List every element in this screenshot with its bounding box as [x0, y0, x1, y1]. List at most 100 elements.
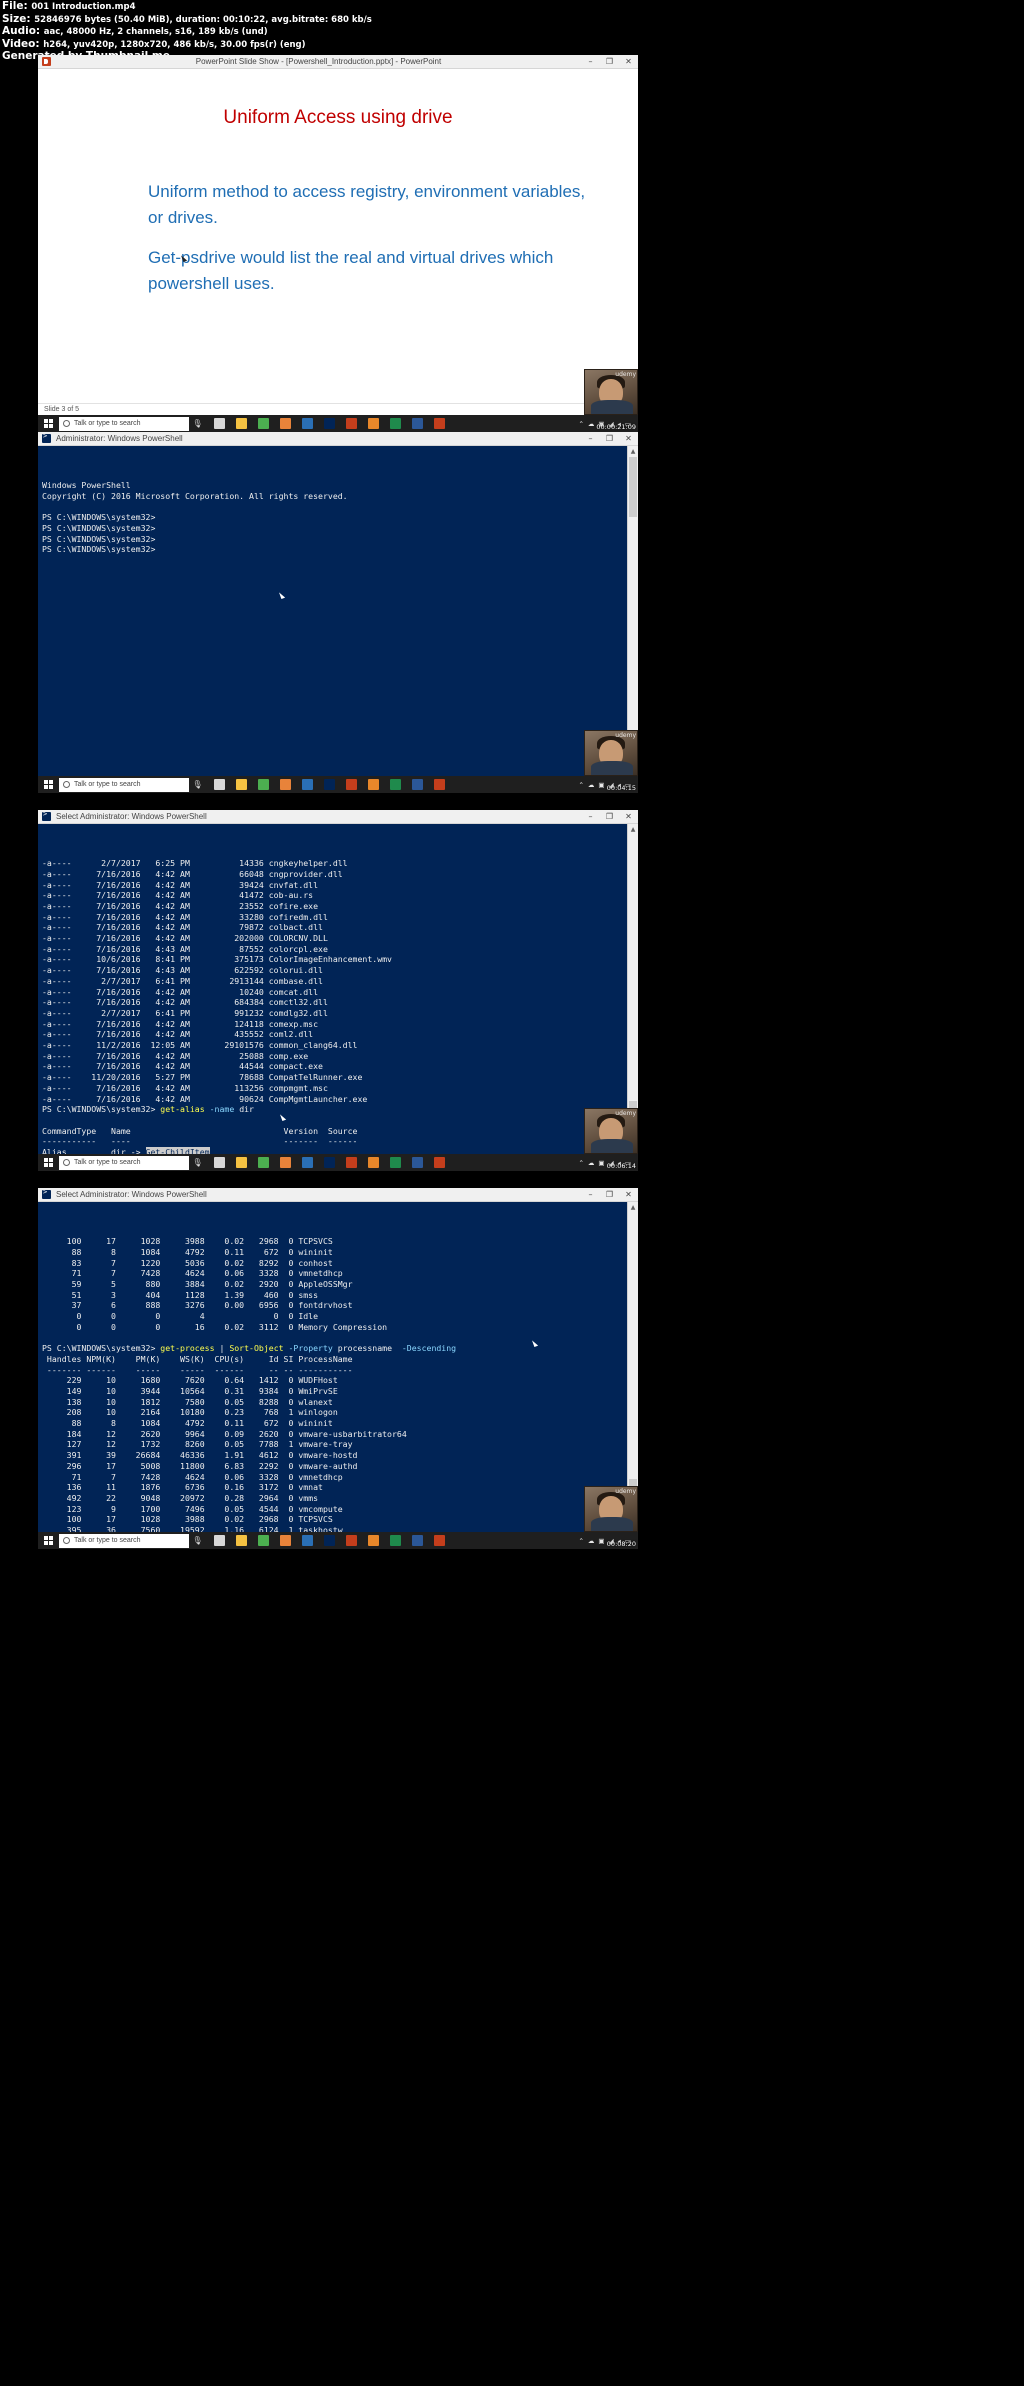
taskbar-task-view-icon[interactable] [208, 776, 230, 793]
taskbar-powerpoint-icon[interactable] [428, 1532, 450, 1549]
maximize-button[interactable]: ❐ [600, 55, 619, 68]
close-button[interactable]: ✕ [619, 55, 638, 68]
onedrive-icon[interactable]: ☁ [588, 1159, 595, 1167]
search-input[interactable]: Talk or type to search [59, 1533, 189, 1548]
taskbar-word-icon[interactable] [406, 1154, 428, 1171]
start-button[interactable] [38, 1532, 58, 1549]
taskbar-powershell-icon[interactable] [318, 415, 340, 432]
taskbar-chrome-icon[interactable] [252, 776, 274, 793]
console-line: PS C:\WINDOWS\system32> [42, 533, 156, 544]
windows-start-icon [43, 780, 53, 789]
console-scrollbar-4[interactable]: ▲ ▼ [627, 1202, 638, 1532]
maximize-button[interactable]: ❐ [600, 810, 619, 823]
start-button[interactable] [38, 415, 58, 432]
show-hidden-icons[interactable]: ⌃ [578, 1537, 583, 1545]
taskbar-word-icon[interactable] [406, 415, 428, 432]
taskbar-photos-icon[interactable] [362, 415, 384, 432]
console-scrollbar-3[interactable]: ▲ ▼ [627, 824, 638, 1154]
minimize-button[interactable]: – [581, 1188, 600, 1201]
vmware-tray-icon[interactable]: ▣ [598, 1159, 604, 1167]
powershell-console-3[interactable]: ▲ ▼ -a---- 2/7/2017 6:25 PM 14336 cngkey… [38, 824, 638, 1154]
onedrive-icon[interactable]: ☁ [588, 420, 595, 428]
taskbar-task-view-icon[interactable] [208, 415, 230, 432]
taskbar-file-explorer-icon[interactable] [230, 776, 252, 793]
taskbar-powershell-icon[interactable] [318, 776, 340, 793]
minimize-button[interactable]: – [581, 55, 600, 68]
scroll-up-arrow[interactable]: ▲ [628, 446, 638, 457]
show-hidden-icons[interactable]: ⌃ [578, 1159, 583, 1167]
microphone-icon[interactable]: 🎙 [189, 1154, 206, 1171]
taskbar-firefox-icon[interactable] [296, 1154, 318, 1171]
minimize-button[interactable]: – [581, 810, 600, 823]
taskbar-chrome-icon[interactable] [252, 415, 274, 432]
process-row: 51 3 404 1128 1.39 460 0 smss [42, 1289, 319, 1300]
taskbar-powerpoint-icon[interactable] [428, 1154, 450, 1171]
close-button[interactable]: ✕ [619, 1188, 638, 1201]
taskbar-firefox-icon[interactable] [296, 776, 318, 793]
search-input[interactable]: Talk or type to search [59, 1155, 189, 1170]
powershell-console-4[interactable]: ▲ ▼ 100 17 1028 3988 0.02 2968 0 TCPSVCS… [38, 1202, 638, 1532]
taskbar-excel-icon[interactable] [384, 415, 406, 432]
taskbar-task-view-icon[interactable] [208, 1154, 230, 1171]
start-button[interactable] [38, 776, 58, 793]
taskbar-firefox-icon[interactable] [296, 415, 318, 432]
taskbar-powerpoint-icon[interactable] [428, 776, 450, 793]
process-row: 395 36 7560 19592 1.16 6124 1 taskhostw [42, 1525, 343, 1532]
taskbar-chrome-icon[interactable] [252, 1154, 274, 1171]
show-hidden-icons[interactable]: ⌃ [578, 781, 583, 789]
dir-listing-row: -a---- 2/7/2017 6:41 PM 2913144 combase.… [42, 975, 323, 986]
maximize-button[interactable]: ❐ [600, 1188, 619, 1201]
taskbar-vlc-icon[interactable] [274, 1154, 296, 1171]
microphone-icon[interactable]: 🎙 [189, 1532, 206, 1549]
taskbar-vlc-icon[interactable] [274, 415, 296, 432]
taskbar-photos-icon[interactable] [362, 1154, 384, 1171]
powershell-console-2[interactable]: ▲ ▼ Windows PowerShellCopyright (C) 2016… [38, 446, 638, 776]
minimize-button[interactable]: – [581, 432, 600, 445]
powershell-titlebar-2: Administrator: Windows PowerShell – ❐ ✕ [38, 432, 638, 446]
taskbar-powerpoint-icon[interactable] [428, 415, 450, 432]
taskbar-file-explorer-icon[interactable] [230, 1532, 252, 1549]
taskbar-camtasia-icon[interactable] [340, 1154, 362, 1171]
microphone-icon[interactable]: 🎙 [189, 415, 206, 432]
taskbar-excel-icon[interactable] [384, 776, 406, 793]
search-input[interactable]: Talk or type to search [59, 416, 189, 431]
dir-listing-row: -a---- 7/16/2016 4:42 AM 25088 comp.exe [42, 1050, 309, 1061]
search-input[interactable]: Talk or type to search [59, 777, 189, 792]
taskbar-excel-icon[interactable] [384, 1532, 406, 1549]
taskbar-task-view-icon[interactable] [208, 1532, 230, 1549]
taskbar-camtasia-icon[interactable] [340, 1532, 362, 1549]
taskbar-photos-icon[interactable] [362, 776, 384, 793]
close-button[interactable]: ✕ [619, 810, 638, 823]
console-scrollbar-2[interactable]: ▲ ▼ [627, 446, 638, 776]
scroll-up-arrow[interactable]: ▲ [628, 1202, 638, 1213]
taskbar-powershell-icon[interactable] [318, 1154, 340, 1171]
vmware-tray-icon[interactable]: ▣ [598, 781, 604, 789]
vmware-tray-icon[interactable]: ▣ [598, 1537, 604, 1545]
maximize-button[interactable]: ❐ [600, 432, 619, 445]
taskbar-vlc-icon[interactable] [274, 1532, 296, 1549]
microphone-icon[interactable]: 🎙 [189, 776, 206, 793]
onedrive-icon[interactable]: ☁ [588, 1537, 595, 1545]
scrollbar-thumb[interactable] [629, 457, 637, 517]
powershell-window-title-3: Select Administrator: Windows PowerShell [56, 812, 207, 821]
close-button[interactable]: ✕ [619, 432, 638, 445]
taskbar-firefox-icon[interactable] [296, 1532, 318, 1549]
webcam-overlay-1: udemy [584, 369, 638, 415]
taskbar-word-icon[interactable] [406, 776, 428, 793]
taskbar-vlc-icon[interactable] [274, 776, 296, 793]
show-hidden-icons[interactable]: ⌃ [578, 420, 583, 428]
taskbar-excel-icon[interactable] [384, 1154, 406, 1171]
taskbar-camtasia-icon[interactable] [340, 776, 362, 793]
taskbar-photos-icon[interactable] [362, 1532, 384, 1549]
taskbar-file-explorer-icon[interactable] [230, 1154, 252, 1171]
taskbar-file-explorer-icon[interactable] [230, 415, 252, 432]
scroll-up-arrow[interactable]: ▲ [628, 824, 638, 835]
taskbar-word-icon[interactable] [406, 1532, 428, 1549]
start-button[interactable] [38, 1154, 58, 1171]
taskbar-chrome-icon[interactable] [252, 1532, 274, 1549]
dir-listing-row: -a---- 7/16/2016 4:42 AM 66048 cngprovid… [42, 868, 343, 879]
onedrive-icon[interactable]: ☁ [588, 781, 595, 789]
taskbar-powershell-icon[interactable] [318, 1532, 340, 1549]
taskbar-camtasia-icon[interactable] [340, 415, 362, 432]
